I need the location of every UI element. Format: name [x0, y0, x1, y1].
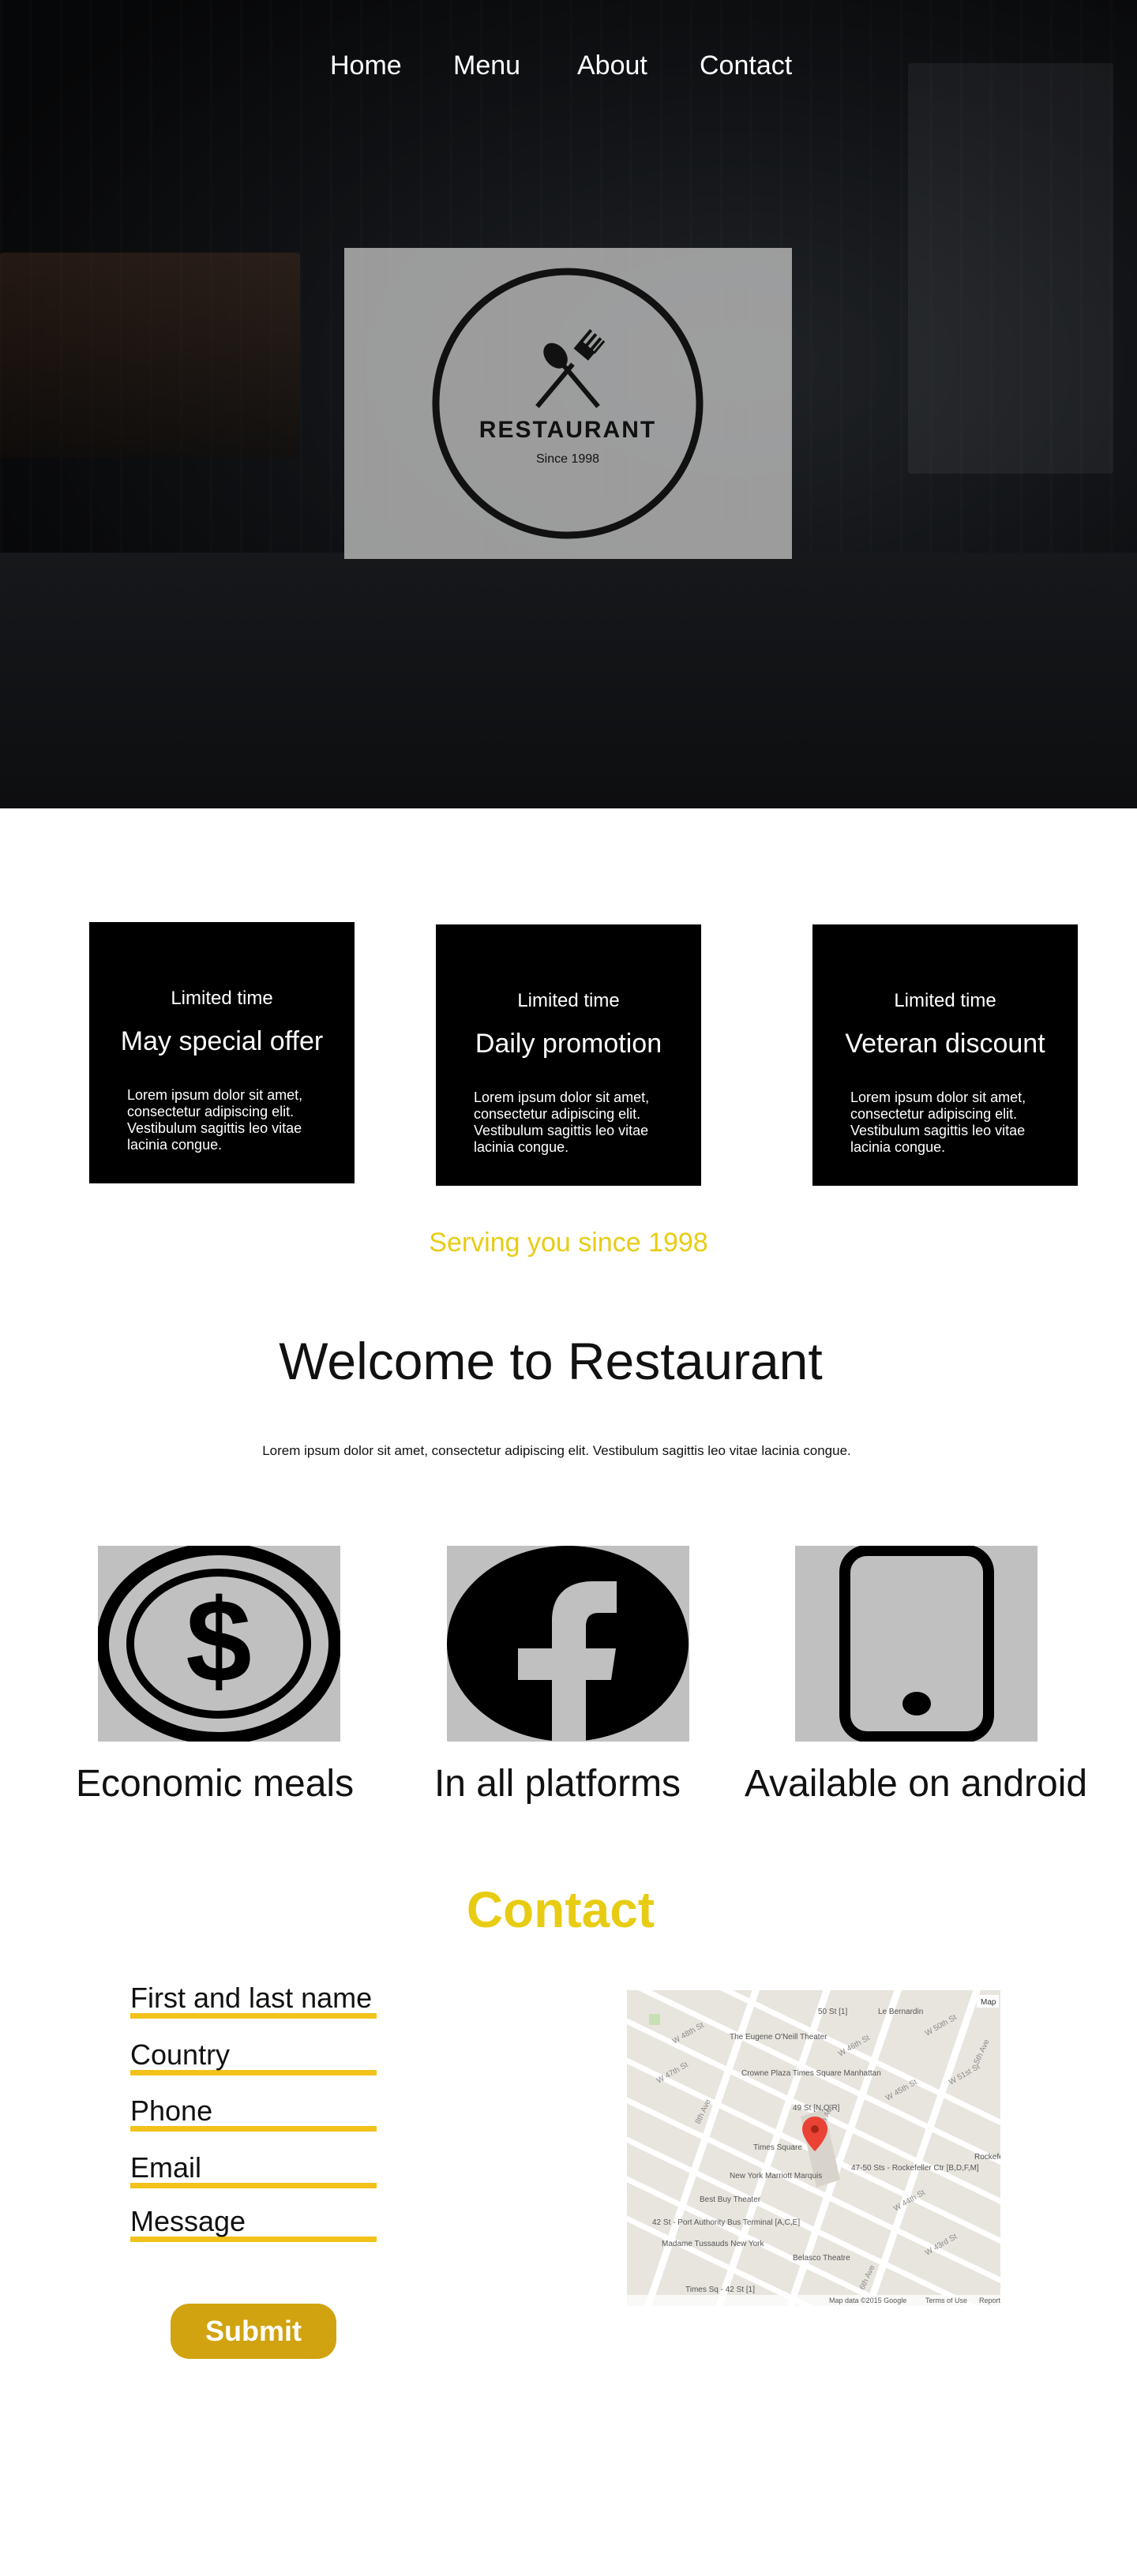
facebook-icon	[447, 1546, 689, 1742]
tagline: Serving you since 1998	[429, 1228, 708, 1258]
map-label: Belasco Theatre	[793, 2254, 850, 2263]
name-field[interactable]: First and last name	[130, 1982, 377, 2019]
feature-label: Available on android	[744, 1763, 1088, 1805]
promo-body: Lorem ipsum dolor sit amet, consectetur …	[474, 1089, 650, 1155]
phone-field-label: Phone	[130, 2094, 213, 2127]
message-field-label: Message	[130, 2205, 246, 2237]
map-label: Madame Tussauds New York	[662, 2240, 765, 2248]
welcome-title: Welcome to Restaurant	[279, 1332, 823, 1390]
map-canvas[interactable]: 50 St [1] Le Bernardin The Eugene O'Neil…	[627, 1990, 1000, 2306]
promo-body: Lorem ipsum dolor sit amet, consectetur …	[850, 1089, 1026, 1155]
dollar-coin-icon: $	[98, 1546, 340, 1742]
feature-image-platforms	[447, 1546, 689, 1742]
hero-window-decoration	[908, 63, 1113, 474]
nav-item-about[interactable]: About	[577, 51, 647, 81]
phone-field[interactable]: Phone	[130, 2094, 377, 2132]
contact-title: Contact	[466, 1881, 655, 1938]
welcome-lead: Lorem ipsum dolor sit amet, consectetur …	[262, 1443, 851, 1458]
map-type-button-label: Map	[981, 1998, 996, 2007]
name-field-label: First and last name	[130, 1982, 373, 2014]
promo-card: Limited time May special offer Lorem ips…	[89, 922, 355, 1183]
map-embed[interactable]: 50 St [1] Le Bernardin The Eugene O'Neil…	[627, 1990, 1000, 2306]
map-label: New York Marriott Marquis	[730, 2172, 822, 2180]
hero-section: Home Menu About Contact RESTAURANT Since…	[0, 0, 1137, 808]
promo-body: Lorem ipsum dolor sit amet, consectetur …	[127, 1087, 303, 1153]
logo-since: Since 1998	[536, 452, 599, 466]
logo-box: RESTAURANT Since 1998	[344, 248, 792, 559]
promo-card: Limited time Daily promotion Lorem ipsum…	[436, 924, 701, 1186]
feature-image-economic: $	[98, 1546, 340, 1742]
map-label: Le Bernardin	[878, 2008, 923, 2016]
promo-kicker: Limited time	[517, 990, 620, 1011]
map-label: Times Sq - 42 St [1]	[685, 2285, 755, 2294]
map-attribution: Map data ©2015 Google	[829, 2297, 906, 2304]
map-label: Times Square	[753, 2143, 802, 2152]
map-label: 47-50 Sts - Rockefeller Ctr [B,D,F,M]	[851, 2164, 979, 2173]
map-terms-link[interactable]: Terms of Use	[925, 2297, 967, 2304]
promo-title: May special offer	[120, 1026, 324, 1056]
promo-title: Daily promotion	[475, 1029, 662, 1059]
country-field-label: Country	[130, 2038, 231, 2071]
promo-kicker: Limited time	[171, 988, 273, 1009]
email-field[interactable]: Email	[130, 2151, 377, 2188]
nav-item-contact[interactable]: Contact	[700, 51, 792, 81]
map-label: The Eugene O'Neill Theater	[730, 2033, 827, 2042]
feature-label: In all platforms	[433, 1763, 681, 1805]
map-label: Best Buy Theater	[700, 2195, 761, 2204]
map-label: 50 St [1]	[818, 2008, 847, 2016]
map-label: Crowne Plaza Times Square Manhattan	[741, 2069, 881, 2078]
map-label: Rockefeller	[974, 2153, 1000, 2162]
promo-card: Limited time Veteran discount Lorem ipsu…	[812, 924, 1078, 1186]
hero-shelf-decoration	[0, 253, 300, 458]
message-field[interactable]: Message	[130, 2205, 377, 2242]
smartphone-icon	[839, 1546, 994, 1742]
logo-name: RESTAURANT	[479, 417, 656, 443]
main-nav: Home Menu About Contact	[0, 51, 1137, 90]
submit-button[interactable]: Submit	[171, 2304, 336, 2359]
nav-item-menu[interactable]: Menu	[453, 51, 520, 81]
feature-label: Economic meals	[75, 1763, 355, 1805]
email-field-label: Email	[130, 2151, 202, 2184]
country-field[interactable]: Country	[130, 2038, 377, 2075]
map-label: 42 St - Port Authority Bus Terminal [A,C…	[652, 2218, 800, 2227]
hero-floor-decoration	[0, 553, 1137, 808]
map-report-link[interactable]: Report	[979, 2297, 1000, 2304]
promo-title: Veteran discount	[845, 1029, 1045, 1059]
fork-and-spoon-icon	[535, 328, 606, 408]
promo-kicker: Limited time	[894, 990, 996, 1011]
feature-image-android	[795, 1546, 1038, 1742]
nav-item-home[interactable]: Home	[330, 51, 402, 81]
restaurant-logo: RESTAURANT Since 1998	[432, 268, 704, 539]
svg-text:$: $	[186, 1574, 251, 1707]
